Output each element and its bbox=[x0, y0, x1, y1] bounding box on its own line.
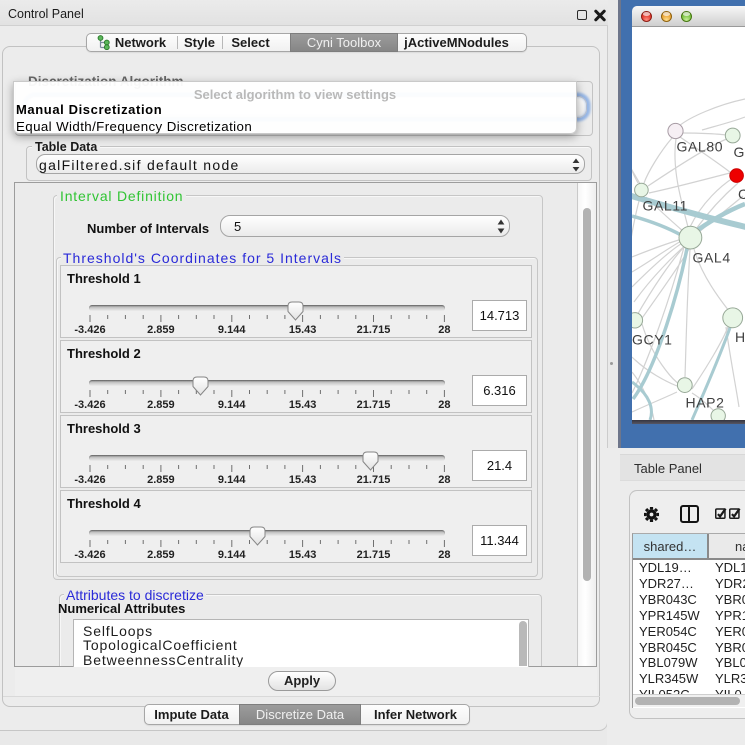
svg-text:GAL4: GAL4 bbox=[693, 250, 731, 266]
svg-text:G.: G. bbox=[734, 144, 745, 160]
svg-text:C: C bbox=[738, 186, 745, 202]
svg-text:GAL11: GAL11 bbox=[643, 198, 689, 214]
svg-text:GAL80: GAL80 bbox=[677, 139, 724, 155]
svg-text:GCY1: GCY1 bbox=[632, 332, 673, 348]
svg-text:H: H bbox=[735, 329, 745, 345]
svg-text:HAP2: HAP2 bbox=[686, 395, 725, 411]
